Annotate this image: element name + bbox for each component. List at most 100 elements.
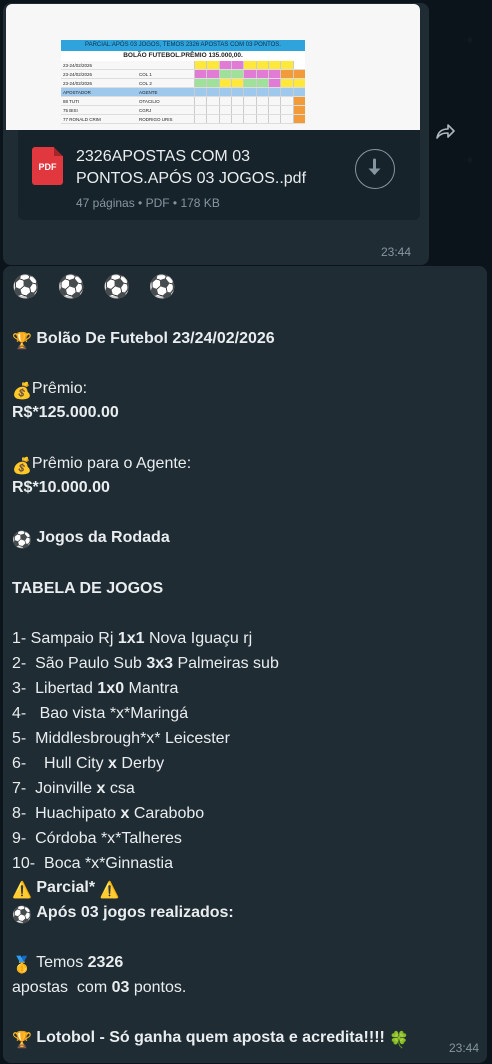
agent-prize-amount: R$*10.000.00 (12, 479, 110, 496)
game-score: 1x0 (97, 680, 125, 697)
preview-cell: OTACILIO (139, 99, 160, 104)
game-line: 5- Middlesbrough*x* Leicester (12, 729, 230, 749)
warning-icon: ⚠️ (99, 882, 120, 899)
game-line: 1- Sampaio Rj 1x1 Nova Iguaçu rj (12, 629, 252, 649)
game-line: 7- Joinville x csa (12, 779, 135, 799)
game-away-team: Derby (116, 755, 165, 772)
game-home-team: Hull City (44, 755, 109, 772)
bet-count: 2326 (87, 954, 124, 971)
pdf-preview-sheet: PARCIAL:APÓS 03 JOGOS, TEMOS 2326 APOSTA… (61, 40, 305, 124)
pdf-file-icon: PDF (32, 147, 63, 185)
trophy-icon: 🏆 (12, 1032, 32, 1049)
footer-line: 🏆 Lotobol - Só ganha quem aposta e acred… (12, 1028, 409, 1051)
game-number: 9- (12, 830, 36, 847)
game-away-team: Palmeiras sub (173, 655, 279, 672)
game-home-team: São Paulo Sub (35, 655, 147, 672)
game-line: 9- Córdoba *x*Talheres (12, 829, 182, 849)
table-title-line: TABELA DE JOGOS (12, 579, 163, 599)
have-prefix: Temos (36, 954, 88, 971)
game-line: 2- São Paulo Sub 3x3 Palmeiras sub (12, 654, 279, 674)
pdf-preview-thumbnail[interactable]: PARCIAL:APÓS 03 JOGOS, TEMOS 2326 APOSTA… (6, 4, 420, 130)
soccer-ball-icon: ⚽ (12, 907, 32, 924)
partial-title: Parcial* (36, 879, 96, 896)
game-number: 10- (12, 855, 45, 872)
agent-prize-value: R$*10.000.00 (12, 478, 110, 498)
game-home-team: Huachipato (35, 805, 121, 822)
agent-prize-label: Prêmio para o Agente: (31, 455, 192, 472)
preview-cell: 23-24/02/2026 (63, 81, 93, 86)
preview-cell: 23-24/02/2026 (63, 63, 93, 68)
preview-row: 88 TUTI OTACILIO (61, 97, 305, 106)
preview-cell: 23-24/02/2026 (63, 72, 93, 77)
money-bag-icon: 💰 (12, 458, 32, 475)
game-score: *x* (84, 855, 106, 872)
agent-prize-label-line: 💰Prêmio para o Agente: (12, 454, 191, 477)
pdf-message-bubble[interactable]: PARCIAL:APÓS 03 JOGOS, TEMOS 2326 APOSTA… (3, 3, 429, 265)
game-home-team: Middlesbrough (35, 730, 141, 747)
game-number: 6- (12, 755, 45, 772)
preview-header: PARCIAL:APÓS 03 JOGOS, TEMOS 2326 APOSTA… (61, 40, 305, 51)
game-number: 5- (12, 730, 36, 747)
game-away-team: Ginnastia (105, 855, 173, 872)
game-number: 1- (12, 630, 31, 647)
game-away-team: Mantra (124, 680, 179, 697)
game-number: 3- (12, 680, 36, 697)
game-away-team: Talheres (121, 830, 182, 847)
after-games-text: Após 03 jogos realizados: (36, 904, 234, 921)
preview-cell: 75 BISI (63, 108, 78, 113)
title-line: 🏆 Bolão De Futebol 23/24/02/2026 (12, 329, 275, 352)
game-score: *x* (109, 705, 131, 722)
trophy-icon: 🏆 (12, 333, 32, 350)
game-home-team: Boca (44, 855, 85, 872)
message-time: 23:44 (380, 245, 411, 259)
game-away-team: Maringá (130, 705, 189, 722)
prize-value: R$*125.000.00 (12, 403, 119, 423)
game-score: x (108, 755, 117, 772)
game-score: *x* (100, 830, 122, 847)
download-icon (368, 158, 381, 175)
game-line: 4- Bao vista *x*Maringá (12, 704, 188, 724)
soccer-ball-icon: ⚽ (12, 532, 32, 549)
table-title: TABELA DE JOGOS (12, 580, 164, 597)
bets-points: 03 (111, 979, 130, 996)
pdf-file-info[interactable]: PDF 2326APOSTAS COM 03 PONTOS.APÓS 03 JO… (18, 130, 420, 220)
preview-row: 23-24/02/2026 COL 1 (61, 70, 305, 79)
pdf-file-meta: 47 páginas • PDF • 178 KB (76, 196, 220, 210)
game-line: 8- Huachipato x Carabobo (12, 804, 204, 824)
preview-cell: AGENTE (139, 88, 194, 96)
game-away-team: Nova Iguaçu rj (144, 630, 253, 647)
preview-cell: CGRJ (139, 108, 152, 113)
bets-prefix: apostas com (12, 979, 112, 996)
game-home-team: Córdoba (35, 830, 101, 847)
preview-cell: COL 1 (139, 72, 152, 77)
prize-amount: R$*125.000.00 (12, 404, 119, 421)
bets-line: apostas com 03 pontos. (12, 978, 186, 998)
preview-title: BOLÃO FUTEBOL.PRÊMIO 135.000,00. (61, 51, 305, 61)
prize-label-line: 💰Prêmio: (12, 379, 87, 402)
game-away-team: Carabobo (129, 805, 205, 822)
game-line: 3- Libertad 1x0 Mantra (12, 679, 178, 699)
preview-cell: RODRIGO URIS (139, 117, 173, 122)
game-home-team: Bao vista (39, 705, 110, 722)
round-title-line: ⚽ Jogos da Rodada (12, 528, 170, 551)
preview-row: 23-24/02/2026 (61, 61, 305, 70)
have-count-line: 🥇 Temos 2326 (12, 953, 123, 976)
game-home-team: Libertad (35, 680, 98, 697)
game-line: 10- Boca *x*Ginnastia (12, 854, 173, 874)
message-time: 23:44 (448, 1041, 479, 1055)
preview-row: APOSTADOR AGENTE (61, 88, 305, 97)
game-number: 7- (12, 780, 36, 797)
preview-cell: COL 2 (139, 81, 152, 86)
download-button[interactable] (355, 149, 395, 189)
clover-icon: 🍀 (389, 1032, 410, 1049)
pdf-file-name: 2326APOSTAS COM 03 PONTOS.APÓS 03 JOGOS.… (76, 148, 307, 187)
text-message-bubble[interactable]: ⚽ ⚽ ⚽ ⚽ 🏆 Bolão De Futebol 23/24/02/2026… (3, 266, 487, 1063)
partial-line: ⚠️ Parcial* ⚠️ (12, 878, 119, 901)
game-home-team: Joinville (35, 780, 97, 797)
game-away-team: Leicester (160, 730, 230, 747)
message-title: Bolão De Futebol 23/24/02/2026 (36, 330, 275, 347)
preview-cell: 88 TUTI (63, 99, 80, 104)
soccer-ball-emoji-row: ⚽ ⚽ ⚽ ⚽ (12, 274, 182, 299)
forward-icon[interactable] (433, 120, 457, 144)
round-title: Jogos da Rodada (36, 529, 170, 546)
